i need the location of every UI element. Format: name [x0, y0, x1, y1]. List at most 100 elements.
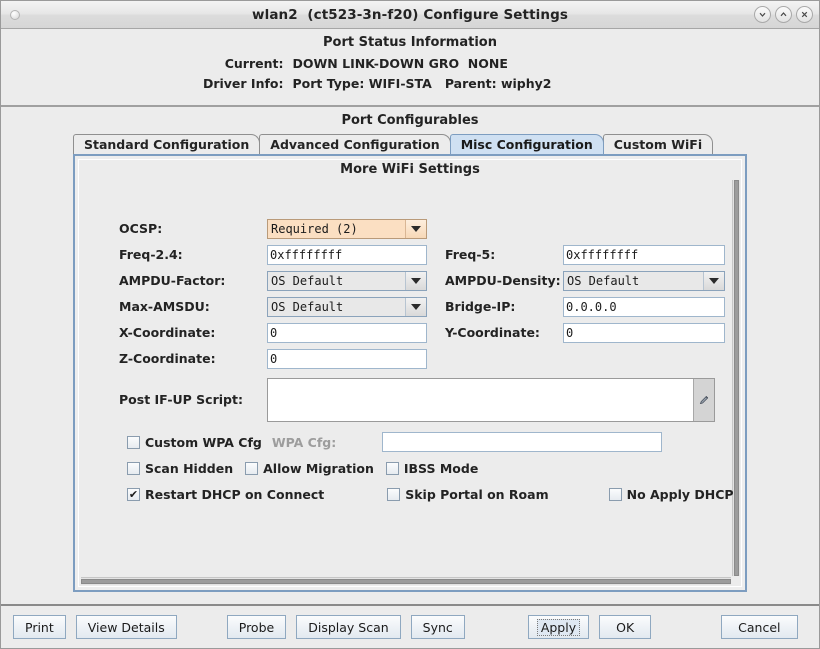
max-amsdu-select-value: OS Default — [268, 297, 406, 316]
max-amsdu-label: Max-AMSDU: — [119, 299, 210, 314]
checkbox-box-ibss-mode[interactable] — [385, 461, 399, 475]
y-coordinate-label: Y-Coordinate: — [445, 325, 540, 340]
current-value: DOWN LINK-DOWN GRO NONE — [292, 56, 508, 71]
ocsp-select-value: Required (2) — [268, 219, 406, 238]
freq-5-label: Freq-5: — [445, 247, 496, 262]
form-row-xy-coordinate: X-Coordinate: 0 Y-Coordinate: 0 — [119, 322, 731, 343]
chevron-down-icon — [406, 219, 426, 238]
checkbox-label-no-apply-dhcp: No Apply DHCP — [626, 486, 734, 502]
freq-24-label: Freq-2.4: — [119, 247, 183, 262]
checkbox-custom-wpa-cfg[interactable]: Custom WPA Cfg — [127, 435, 262, 450]
window-controls — [754, 6, 813, 23]
checkbox-box-scan-hidden[interactable] — [127, 461, 140, 475]
window-title: wlan2 (ct523-3n-f20) Configure Settings — [252, 6, 568, 23]
wpa-cfg-label: WPA Cfg: — [271, 434, 337, 450]
view-details-button[interactable]: View Details — [75, 615, 177, 639]
post-ifup-script-box — [267, 378, 715, 422]
ocsp-label: OCSP: — [119, 221, 163, 236]
cancel-button[interactable]: Cancel — [721, 615, 798, 639]
chevron-down-icon — [406, 297, 426, 316]
panel-title: More WiFi Settings — [79, 160, 741, 180]
window-titlebar: wlan2 (ct523-3n-f20) Configure Settings — [1, 1, 819, 29]
checkbox-allow-migration[interactable]: Allow Migration — [245, 461, 374, 476]
x-coordinate-input[interactable]: 0 — [267, 322, 427, 343]
y-coordinate-input[interactable]: 0 — [563, 322, 725, 343]
form-row-z-coordinate: Z-Coordinate: 0 — [119, 348, 731, 369]
checkbox-label-ibss-mode: IBSS Mode — [403, 460, 479, 476]
ocsp-select[interactable]: Required (2) — [267, 218, 427, 239]
tab-advanced-configuration[interactable]: Advanced Configuration — [259, 134, 451, 154]
form-row-scan-flags: Scan Hidden Allow Migration IBSS Mode — [119, 457, 731, 479]
driver-info-value: Port Type: WIFI-STA Parent: wiphy2 — [292, 76, 552, 91]
probe-button[interactable]: Probe — [226, 615, 287, 639]
ok-button[interactable]: OK — [599, 615, 652, 639]
z-coordinate-input[interactable]: 0 — [267, 348, 427, 369]
close-button[interactable] — [796, 6, 813, 23]
misc-configuration-pane: More WiFi Settings OCSP: Required (2) Fr… — [78, 159, 742, 587]
checkbox-box-restart-dhcp-on-connect[interactable] — [127, 487, 140, 501]
tab-custom-wifi[interactable]: Custom WiFi — [602, 134, 714, 154]
bridge-ip-label: Bridge-IP: — [445, 299, 516, 314]
maximize-button[interactable] — [775, 6, 792, 23]
form-row-freq: Freq-2.4: 0xffffffff Freq-5: 0xffffffff — [119, 244, 731, 265]
bridge-ip-input[interactable]: 0.0.0.0 — [563, 296, 725, 317]
checkbox-box-skip-portal-on-roam[interactable] — [387, 487, 401, 501]
form-row-dhcp-flags: Restart DHCP on Connect Skip Portal on R… — [119, 483, 734, 505]
sync-button[interactable]: Sync — [410, 615, 465, 639]
minimize-button[interactable] — [754, 6, 771, 23]
apply-button[interactable]: Apply — [527, 615, 590, 639]
misc-settings-form: OCSP: Required (2) Freq-2.4: 0xffffffff … — [79, 182, 734, 576]
checkbox-box-allow-migration[interactable] — [245, 461, 259, 475]
port-status-section: Port Status Information Current: DOWN LI… — [1, 29, 819, 107]
x-coordinate-label: X-Coordinate: — [119, 325, 216, 340]
print-button[interactable]: Print — [13, 615, 66, 639]
checkbox-label-restart-dhcp-on-connect: Restart DHCP on Connect — [145, 486, 325, 502]
checkbox-restart-dhcp-on-connect[interactable]: Restart DHCP on Connect — [127, 487, 324, 502]
checkbox-no-apply-dhcp[interactable]: No Apply DHCP — [608, 486, 734, 502]
display-scan-button[interactable]: Display Scan — [296, 615, 401, 639]
tab-misc-configuration[interactable]: Misc Configuration — [449, 134, 604, 154]
post-ifup-script-label: Post IF-UP Script: — [119, 392, 243, 407]
checkbox-box-custom-wpa-cfg[interactable] — [127, 435, 140, 449]
panel-horizontal-scrollbar[interactable] — [81, 577, 731, 585]
checkbox-label-skip-portal-on-roam: Skip Portal on Roam — [405, 486, 549, 502]
configure-settings-window: wlan2 (ct523-3n-f20) Configure Settings … — [0, 0, 820, 649]
form-row-post-ifup-script: Post IF-UP Script: — [119, 378, 731, 422]
panel-horizontal-scrollbar-thumb[interactable] — [81, 579, 731, 584]
tab-content-panel: More WiFi Settings OCSP: Required (2) Fr… — [73, 154, 747, 592]
ampdu-factor-select-value: OS Default — [268, 271, 406, 290]
current-label: Current: — [224, 56, 284, 71]
checkbox-label-scan-hidden: Scan Hidden — [145, 460, 234, 476]
chevron-down-icon — [704, 271, 724, 290]
max-amsdu-select[interactable]: OS Default — [267, 296, 427, 317]
tab-standard-configuration[interactable]: Standard Configuration — [73, 134, 261, 154]
panel-vertical-scrollbar[interactable] — [732, 180, 740, 576]
window-menu-icon[interactable] — [10, 10, 20, 20]
checkbox-label-allow-migration: Allow Migration — [263, 460, 374, 476]
checkbox-skip-portal-on-roam[interactable]: Skip Portal on Roam — [387, 486, 549, 502]
configuration-tabs: Standard Configuration Advanced Configur… — [73, 133, 819, 154]
wpa-cfg-input[interactable] — [382, 432, 663, 452]
driver-info-label: Driver Info: — [202, 76, 284, 91]
port-configurables-heading: Port Configurables — [341, 113, 479, 128]
freq-5-input[interactable]: 0xffffffff — [563, 244, 725, 265]
form-row-amsdu-bridge: Max-AMSDU: OS Default Bridge-IP: 0.0.0.0 — [119, 296, 731, 317]
status-row-driver-info: Driver Info: Port Type: WIFI-STA Parent:… — [1, 76, 819, 91]
checkbox-ibss-mode[interactable]: IBSS Mode — [385, 460, 479, 476]
port-configurables-section: Port Configurables Standard Configuratio… — [1, 107, 819, 604]
edit-pencil-icon[interactable] — [693, 379, 714, 421]
ampdu-density-label: AMPDU-Density: — [445, 273, 561, 288]
dialog-button-bar: Print View Details Probe Display Scan Sy… — [1, 604, 819, 648]
checkbox-box-no-apply-dhcp[interactable] — [608, 487, 622, 501]
checkbox-scan-hidden[interactable]: Scan Hidden — [127, 461, 233, 476]
post-ifup-script-input[interactable] — [268, 379, 693, 421]
status-row-current: Current: DOWN LINK-DOWN GRO NONE — [1, 56, 819, 71]
ampdu-factor-select[interactable]: OS Default — [267, 270, 427, 291]
chevron-down-icon — [406, 271, 426, 290]
port-status-heading: Port Status Information — [323, 35, 497, 50]
ampdu-factor-label: AMPDU-Factor: — [119, 273, 226, 288]
freq-24-input[interactable]: 0xffffffff — [267, 244, 427, 265]
ampdu-density-select[interactable]: OS Default — [563, 270, 725, 291]
apply-button-label: Apply — [536, 618, 581, 636]
panel-vertical-scrollbar-thumb[interactable] — [734, 180, 739, 576]
